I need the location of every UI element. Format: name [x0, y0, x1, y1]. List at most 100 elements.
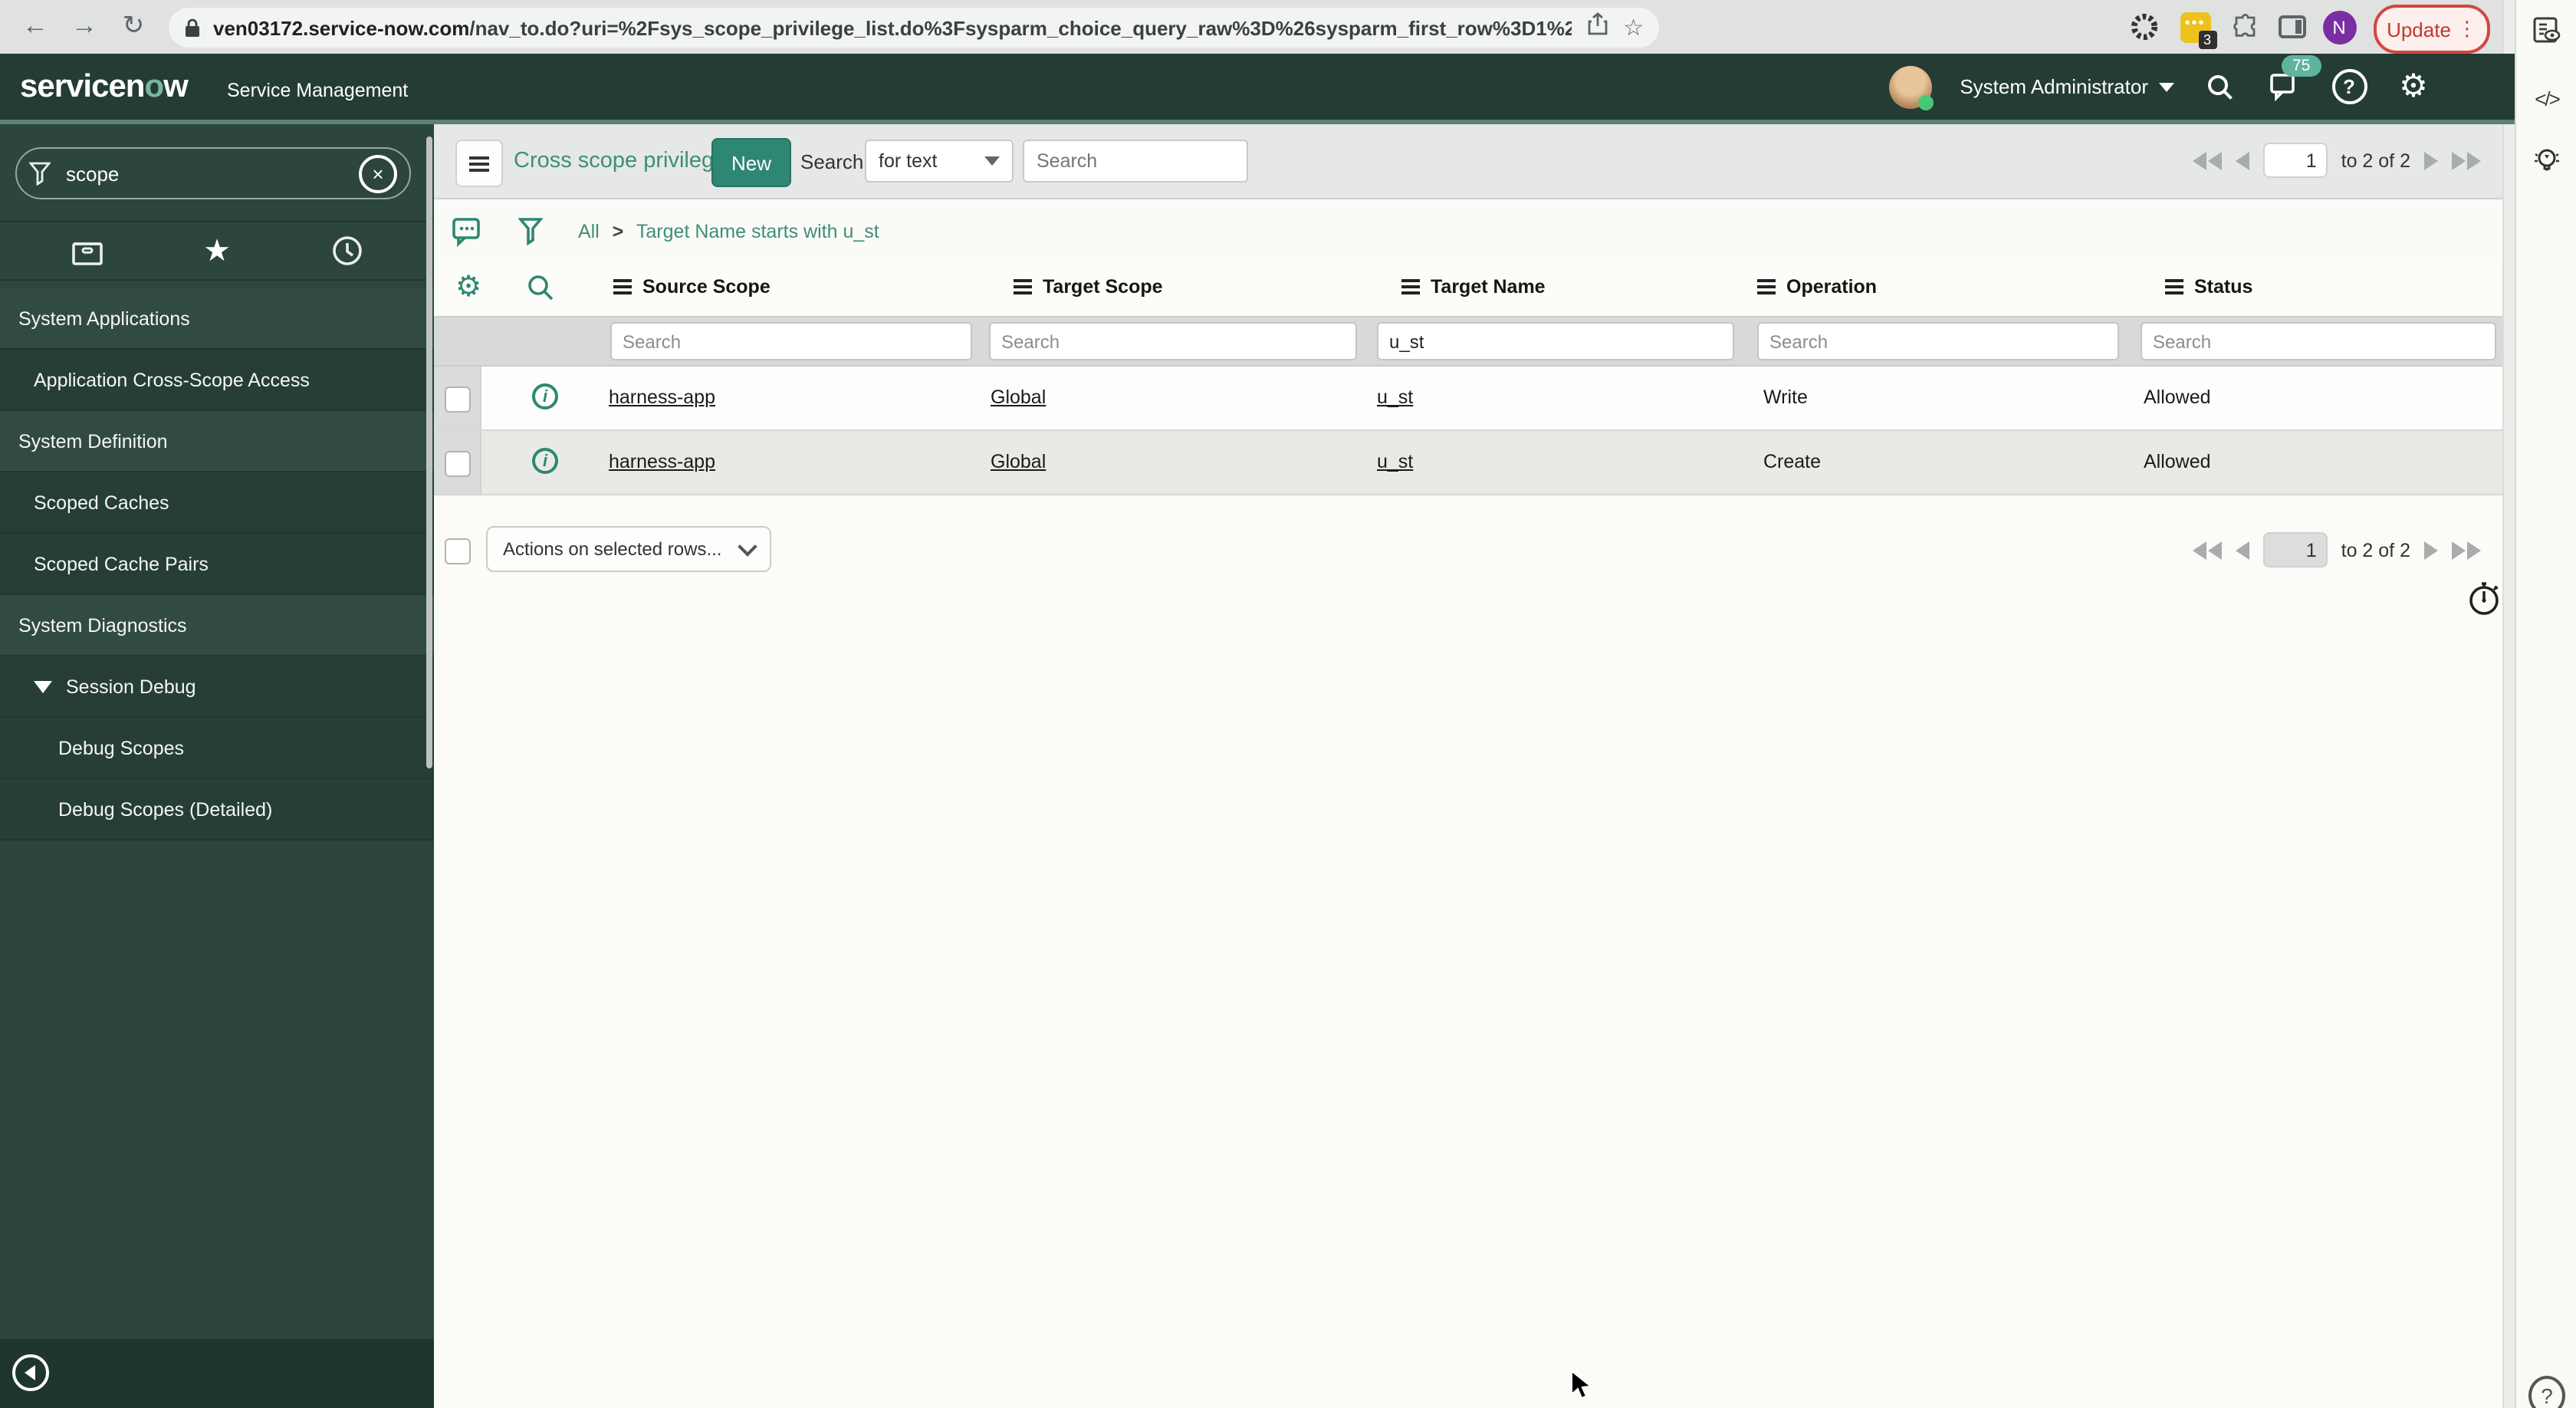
cell-target-scope[interactable]: Global [991, 451, 1046, 472]
tab-all-applications[interactable] [67, 231, 107, 271]
help-circle-icon[interactable]: ? [2331, 68, 2367, 105]
sidebar-item-scoped-cache-pairs[interactable]: Scoped Cache Pairs [0, 534, 434, 595]
navigator-filter[interactable]: × [15, 147, 411, 199]
extension-yellow-icon[interactable]: ••• 3 [2174, 6, 2216, 48]
side-panel-icon[interactable] [2271, 6, 2312, 48]
sidebar-item-session-debug[interactable]: Session Debug [0, 656, 434, 718]
pagination-bottom: to 2 of 2 [2192, 532, 2481, 567]
tab-history[interactable] [327, 231, 367, 271]
extension-spinner-icon[interactable] [2124, 6, 2165, 48]
column-header-target-scope[interactable]: Target Scope [1014, 276, 1163, 298]
list-toolbar: Cross scope privileges New Search for te… [434, 124, 2502, 199]
breadcrumb-filter-link[interactable]: Target Name starts with u_st [636, 221, 879, 242]
first-page-icon[interactable] [2192, 151, 2222, 169]
cell-target-name[interactable]: u_st [1377, 451, 1413, 472]
first-page-icon[interactable] [2192, 541, 2222, 559]
sidebar-item-scoped-caches[interactable]: Scoped Caches [0, 472, 434, 534]
chevron-down-icon [984, 156, 1000, 166]
browser-forward-icon[interactable]: → [64, 6, 104, 46]
next-page-icon[interactable] [2424, 541, 2438, 559]
record-preview-icon[interactable]: i [532, 448, 558, 474]
filter-status-input[interactable] [2141, 322, 2496, 360]
global-search-icon[interactable] [2202, 68, 2239, 105]
select-all-checkbox[interactable] [445, 538, 471, 564]
sidebar-item-system-definition[interactable]: System Definition [0, 411, 434, 472]
user-menu[interactable]: System Administrator [1960, 75, 2174, 98]
lightbulb-icon[interactable] [2528, 143, 2565, 179]
next-page-icon[interactable] [2424, 151, 2438, 169]
record-preview-icon[interactable]: i [532, 383, 558, 410]
filter-operation-input[interactable] [1757, 322, 2119, 360]
share-icon[interactable] [1586, 12, 1608, 43]
sidebar-item-system-applications[interactable]: System Applications [0, 288, 434, 350]
clear-filter-icon[interactable]: × [359, 154, 397, 192]
breadcrumb-all-link[interactable]: All [578, 221, 600, 242]
browser-back-icon[interactable]: ← [15, 6, 55, 46]
actions-on-selected-rows-select[interactable]: Actions on selected rows... [486, 526, 771, 572]
sidebar-item-debug-scopes-detailed[interactable]: Debug Scopes (Detailed) [0, 779, 434, 841]
column-header-status[interactable]: Status [2165, 276, 2252, 298]
conversations-icon[interactable]: 75 [2266, 54, 2321, 105]
row-checkbox[interactable] [445, 387, 471, 413]
sidebar-scrollbar[interactable] [426, 137, 432, 768]
sidebar-item-debug-scopes[interactable]: Debug Scopes [0, 718, 434, 779]
column-menu-icon [1401, 285, 1420, 289]
last-page-icon[interactable] [2452, 541, 2481, 559]
search-mode-select[interactable]: for text [865, 140, 1014, 183]
page-number-input[interactable] [2262, 143, 2328, 178]
breadcrumb: All > Target Name starts with u_st [578, 221, 879, 242]
help-icon[interactable]: ? [2528, 1376, 2565, 1408]
column-header-target-name[interactable]: Target Name [1401, 276, 1546, 298]
browser-menu-icon[interactable]: ⋮ [2457, 17, 2477, 41]
search-label: Search [800, 150, 864, 173]
extension-badge: 3 [2198, 30, 2216, 48]
list-chat-icon[interactable] [449, 213, 483, 247]
column-header-operation[interactable]: Operation [1757, 276, 1877, 298]
address-bar[interactable]: ven03172.service-now.com/nav_to.do?uri=%… [169, 8, 1659, 48]
sidebar-item-system-diagnostics[interactable]: System Diagnostics [0, 595, 434, 656]
lock-icon [184, 18, 201, 38]
cell-target-scope[interactable]: Global [991, 387, 1046, 408]
column-header-source-scope[interactable]: Source Scope [613, 276, 770, 298]
filter-target-scope-input[interactable] [989, 322, 1357, 360]
page-number-input[interactable] [2262, 532, 2328, 567]
browser-reload-icon[interactable]: ↻ [113, 6, 153, 46]
list-title[interactable]: Cross scope privileges [514, 149, 738, 173]
cell-source-scope[interactable]: harness-app [609, 451, 715, 472]
column-search-toggle-icon[interactable] [526, 273, 555, 310]
extensions-puzzle-icon[interactable] [2225, 6, 2266, 48]
filter-source-scope-input[interactable] [610, 322, 972, 360]
column-filter-row [434, 316, 2502, 367]
settings-gear-icon[interactable]: ⚙ [2395, 68, 2432, 105]
bookmark-star-icon[interactable]: ☆ [1623, 14, 1644, 41]
collapse-sidebar-button[interactable] [12, 1354, 49, 1391]
cell-status: Allowed [2144, 451, 2211, 472]
list-personalize-gear-icon[interactable]: ⚙ [455, 270, 481, 305]
browser-toolbar: ← → ↻ ven03172.service-now.com/nav_to.do… [0, 0, 2515, 55]
code-icon[interactable]: </> [2528, 80, 2565, 117]
previous-page-icon[interactable] [2235, 151, 2249, 169]
browser-profile-avatar[interactable]: N [2318, 6, 2360, 48]
navigator-filter-input[interactable] [63, 160, 359, 186]
user-avatar[interactable] [1889, 65, 1934, 110]
filter-funnel-icon[interactable] [514, 213, 547, 247]
list-context-menu-button[interactable] [455, 140, 503, 187]
tab-favorites[interactable]: ★ [197, 231, 237, 271]
screen: ← → ↻ ven03172.service-now.com/nav_to.do… [0, 0, 2576, 1408]
browser-update-button[interactable]: Update ⋮ [2374, 5, 2490, 54]
cell-source-scope[interactable]: harness-app [609, 387, 715, 408]
servicenow-banner: servicenow Service Management System Adm… [0, 54, 2515, 124]
cell-target-name[interactable]: u_st [1377, 387, 1413, 408]
response-time-stopwatch-icon[interactable] [2467, 580, 2502, 624]
list-search-input[interactable] [1023, 140, 1248, 183]
filter-target-name-input[interactable] [1377, 322, 1734, 360]
new-button[interactable]: New [711, 138, 792, 187]
servicenow-logo[interactable]: servicenow [20, 69, 189, 106]
row-checkbox[interactable] [445, 451, 471, 477]
last-page-icon[interactable] [2452, 151, 2481, 169]
chevron-down-icon [2159, 82, 2174, 91]
form-preview-icon[interactable] [2528, 12, 2565, 49]
previous-page-icon[interactable] [2235, 541, 2249, 559]
navigator-tabs: ★ [0, 221, 434, 281]
sidebar-item-application-cross-scope-access[interactable]: Application Cross-Scope Access [0, 350, 434, 411]
